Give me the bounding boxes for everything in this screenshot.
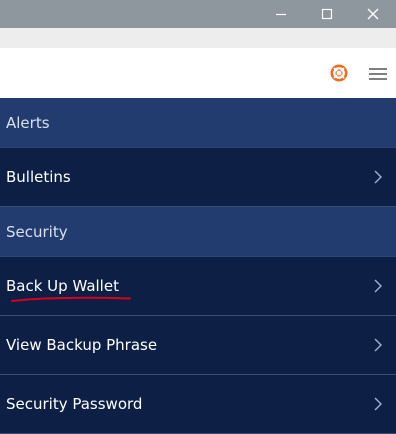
app-header xyxy=(0,48,396,98)
chevron-right-icon xyxy=(374,397,382,411)
list-item-label: Security Password xyxy=(6,395,143,413)
lifebuoy-icon xyxy=(330,64,348,82)
maximize-button[interactable] xyxy=(304,0,350,28)
window-titlebar xyxy=(0,0,396,28)
help-button[interactable] xyxy=(328,62,350,84)
section-header-alerts: Alerts xyxy=(0,98,396,148)
minimize-button[interactable] xyxy=(258,0,304,28)
list-item-view-backup-phrase[interactable]: View Backup Phrase xyxy=(0,316,396,375)
settings-list: Alerts Bulletins Security Back Up Wallet… xyxy=(0,98,396,434)
section-header-label: Security xyxy=(6,222,68,241)
section-header-security: Security xyxy=(0,207,396,257)
list-item-label: View Backup Phrase xyxy=(6,336,158,354)
maximize-icon xyxy=(321,8,333,20)
close-icon xyxy=(367,8,379,20)
menu-button[interactable] xyxy=(366,63,390,85)
hamburger-menu-icon xyxy=(369,68,387,80)
chevron-right-icon xyxy=(374,279,382,293)
list-item-back-up-wallet[interactable]: Back Up Wallet xyxy=(0,257,396,316)
annotation-underline xyxy=(11,296,131,302)
chevron-right-icon xyxy=(374,170,382,184)
list-item-label: Back Up Wallet xyxy=(6,277,119,295)
list-item-bulletins[interactable]: Bulletins xyxy=(0,148,396,207)
toolbar-strip xyxy=(0,28,396,48)
list-item-security-password[interactable]: Security Password xyxy=(0,375,396,434)
minimize-icon xyxy=(276,13,286,16)
section-header-label: Alerts xyxy=(6,113,50,132)
close-button[interactable] xyxy=(350,0,396,28)
chevron-right-icon xyxy=(374,338,382,352)
list-item-label: Bulletins xyxy=(6,168,71,186)
